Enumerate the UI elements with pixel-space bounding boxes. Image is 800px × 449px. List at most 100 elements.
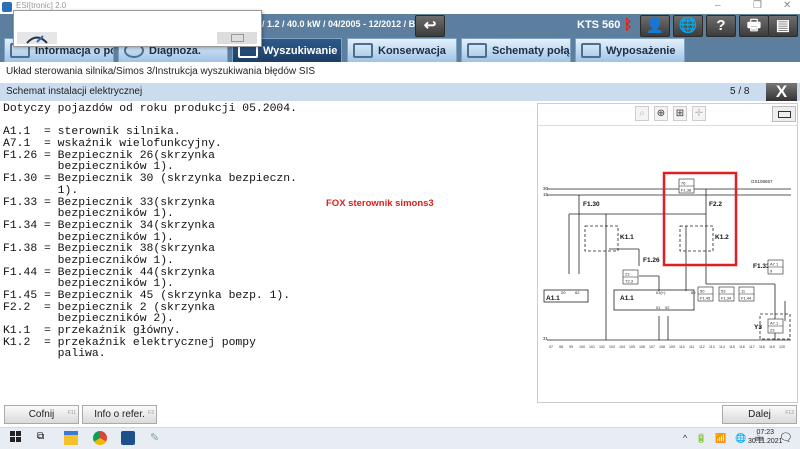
diagram-box-label: 53 [721, 289, 726, 294]
network-error-icon: 🌐 [678, 17, 698, 34]
shortcut-key: F12 [785, 410, 794, 416]
help-button[interactable]: ? [706, 15, 736, 37]
user-button[interactable]: 👤 [640, 15, 670, 37]
pin-label: 62 [575, 290, 580, 295]
app-icon [2, 2, 12, 12]
notifications-icon[interactable]: 🗨 [779, 431, 793, 444]
rail-label: 30 [543, 186, 549, 191]
label-y3: Y3 [754, 324, 762, 331]
content-line: K1.1 = przekaźnik główny. [3, 325, 181, 338]
scale-label: 111 [689, 345, 694, 349]
scale-label: 119 [769, 345, 775, 349]
tab-label: Konserwacja [378, 45, 446, 57]
section-title: Schemat instalacji elektrycznej [6, 86, 143, 97]
menu-list-icon: ▤ [775, 17, 791, 34]
content-line: paliwa. [3, 348, 106, 361]
content-line: F1.30 = Bezpiecznik 30 (skrzynka bezpiec… [3, 173, 297, 186]
tab-label: Schematy połą... [492, 45, 571, 57]
clock[interactable]: 07:23 30.11.2021 [748, 428, 783, 446]
label-k11: K1.1 [620, 234, 634, 241]
window-icon [217, 32, 257, 44]
diagram-box-label: 76 [681, 181, 686, 186]
viewer-toolbar: ⌕ ⊕ ⊞ ✛ [538, 104, 797, 126]
windows-start-icon[interactable] [10, 431, 24, 445]
scale-label: 98 [559, 345, 563, 349]
label-k12: K1.2 [715, 234, 729, 241]
tab-wiring-diagrams[interactable]: Schematy połą... [461, 38, 571, 62]
zoom-area-icon[interactable]: ⊞ [673, 106, 687, 121]
scale-label: 97 [549, 345, 553, 349]
vehicle-info: / 1.2 / 40.0 kW / 04/2005 - 12/2012 / BM… [262, 19, 430, 29]
menu-button[interactable]: ▤ [768, 15, 798, 37]
scale-label: 105 [629, 345, 635, 349]
label-f133: F1.33 [753, 263, 770, 270]
tab-label: Wyposażenie [606, 45, 676, 57]
print-button[interactable]: 🖶 [739, 15, 769, 37]
file-explorer-icon[interactable] [64, 431, 78, 445]
fit-window-button[interactable] [772, 106, 796, 122]
task-view-icon[interactable]: ⧉ [37, 431, 51, 445]
pan-icon[interactable]: ✛ [692, 106, 706, 121]
breadcrumb: Układ sterowania silnika/Simos 3/Instruk… [6, 66, 316, 77]
scale-label: 115 [729, 345, 735, 349]
tab-equipment[interactable]: Wyposażenie [575, 38, 685, 62]
tab-maintenance[interactable]: Konserwacja [347, 38, 457, 62]
next-button[interactable]: Dalej F12 [722, 405, 797, 424]
bluetooth-icon: ᛒ [624, 16, 633, 32]
content-line: Dotyczy pojazdów od roku produkcji 05.20… [3, 103, 297, 115]
scale-label: 118 [759, 345, 765, 349]
back-button[interactable]: ↩ [415, 15, 445, 37]
label-f130: F1.30 [583, 201, 600, 208]
diagram-box-label: F1.44 [741, 296, 752, 301]
label-a11: A1.1 [620, 295, 634, 302]
shortcut-key: F2 [148, 410, 154, 416]
close-window-button[interactable]: ✕ [783, 0, 791, 11]
shortcut-key: F11 [67, 410, 76, 416]
scale-label: 99 [569, 345, 573, 349]
diagram-box-label: F1.34 [721, 296, 732, 301]
scale-label: 104 [619, 345, 625, 349]
annotation-text: FOX sterownik simons3 [326, 198, 434, 209]
book-icon [581, 43, 601, 58]
label-f126: F1.26 [643, 257, 660, 264]
scale-label: 110 [679, 345, 685, 349]
scale-label: 120 [779, 345, 785, 349]
scale-label: 116 [739, 345, 745, 349]
wrench-icon [353, 43, 373, 58]
pin-label: 80 [691, 290, 696, 295]
diagram-box-label: F1.38 [681, 188, 692, 193]
diagram-viewer: ⌕ ⊕ ⊞ ✛ GS108657 30 15 31 F1.30 K1.1 F1.… [537, 103, 798, 403]
reference-info-button[interactable]: Info o refer. F2 [82, 405, 157, 424]
back-nav-button[interactable]: Cofnij F11 [4, 405, 79, 424]
esitronic-icon[interactable] [121, 431, 135, 445]
scale-label: 114 [719, 345, 725, 349]
scale-label: 108 [659, 345, 665, 349]
content-line: bezpieczników 1). [3, 254, 174, 267]
scale-label: 117 [749, 345, 755, 349]
chrome-icon[interactable] [93, 431, 107, 445]
zoom-out-icon[interactable]: ⌕ [635, 106, 649, 121]
scale-label: 113 [709, 345, 715, 349]
device-label: KTS 560 [577, 19, 621, 31]
network-button[interactable]: 🌐 [673, 15, 703, 37]
diagram-box-label: A7.1 [770, 321, 779, 326]
wiring-diagram[interactable]: GS108657 30 15 31 F1.30 K1.1 F1.26 F2.2 … [541, 126, 794, 401]
content-line: A7.1 = wskaźnik wielofunkcyjny. [3, 138, 222, 151]
scale-label: 102 [599, 345, 605, 349]
button-label: Cofnij [28, 409, 55, 420]
scale-label: 100 [579, 345, 585, 349]
pin-label: 03(+) [656, 290, 666, 295]
close-section-button[interactable]: X [766, 83, 797, 101]
fit-window-icon [778, 111, 791, 118]
restore-button[interactable]: ❐ [753, 0, 762, 11]
zoom-in-icon[interactable]: ⊕ [654, 106, 668, 121]
minimize-button[interactable]: – [715, 0, 721, 11]
paint-icon[interactable]: ✎ [150, 431, 164, 445]
button-label: Dalej [748, 409, 771, 420]
user-icon: 👤 [645, 17, 665, 34]
content-line: F1.45 = Bezpiecznik 45 (skrzynka bezp. 1… [3, 290, 291, 302]
content-text: Dotyczy pojazdów od roku produkcji 05.20… [3, 103, 523, 361]
progress-popup [13, 10, 262, 47]
scale-label: 107 [649, 345, 655, 349]
diagram-box-label: 23 [770, 328, 775, 333]
